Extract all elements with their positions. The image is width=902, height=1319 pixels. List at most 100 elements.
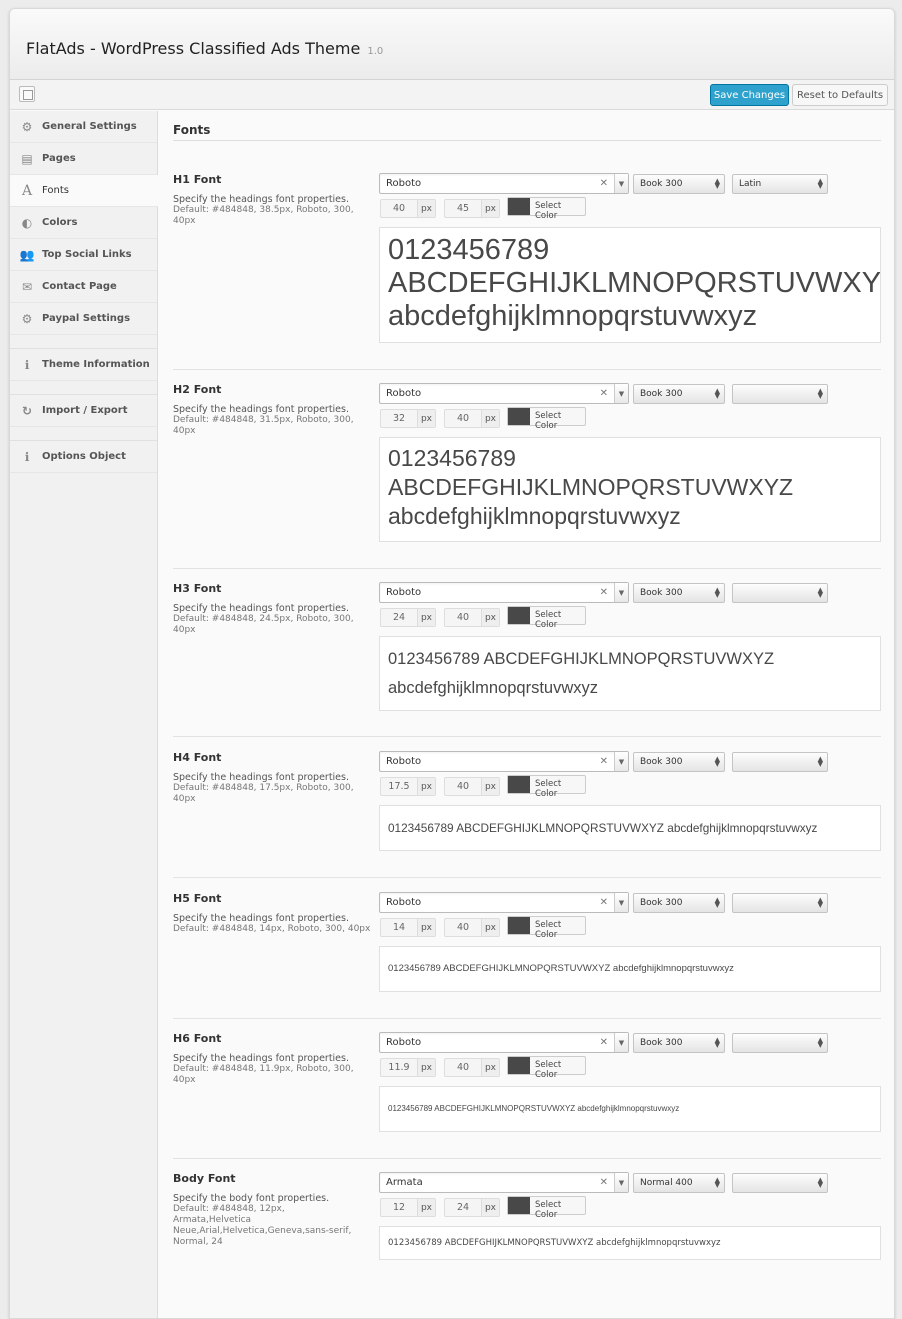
select-color-button[interactable]: Select Color (507, 197, 586, 221)
font-subset-select[interactable]: ▲ ▼ (732, 893, 828, 913)
unit-label: px (481, 919, 499, 936)
clear-icon[interactable]: ✕ (600, 897, 608, 908)
font-family-select[interactable]: Roboto ✕ ▼ (379, 892, 629, 913)
font-icon: A (21, 182, 33, 199)
font-family-select[interactable]: Roboto ✕ ▼ (379, 582, 629, 603)
chevron-down-icon[interactable]: ▼ (614, 893, 628, 912)
sidebar-item-label: Options Object (42, 451, 126, 462)
expand-sidebar-icon[interactable] (19, 86, 35, 102)
line-height-value: 45 (456, 203, 470, 214)
select-color-button[interactable]: Select Color (507, 606, 586, 630)
clear-icon[interactable]: ✕ (600, 756, 608, 767)
select-color-button[interactable]: Select Color (507, 1056, 586, 1080)
option-label: H6 Font Specify the headings font proper… (173, 1032, 378, 1086)
option-label: H3 Font Specify the headings font proper… (173, 582, 378, 636)
sidebar-divider (10, 427, 157, 441)
option-name: Body Font (173, 1172, 236, 1185)
font-subset-select[interactable]: ▲ ▼ (732, 583, 828, 603)
font-weight-select[interactable]: Book 300 ▲ ▼ (633, 752, 725, 772)
line-height-input[interactable]: 40 px (444, 918, 500, 937)
font-weight-select[interactable]: Normal 400 ▲ ▼ (633, 1173, 725, 1193)
font-weight-select[interactable]: Book 300 ▲ ▼ (633, 1033, 725, 1053)
font-subset-select[interactable]: ▲ ▼ (732, 752, 828, 772)
font-subset-select[interactable]: ▲ ▼ (732, 1033, 828, 1053)
line-height-input[interactable]: 40 px (444, 409, 500, 428)
select-color-button[interactable]: Select Color (507, 407, 586, 431)
font-subset-value: Latin (739, 179, 762, 189)
sidebar-item-contact-page[interactable]: ✉ Contact Page (10, 271, 157, 303)
font-subset-select[interactable]: ▲ ▼ (732, 384, 828, 404)
font-preview: 0123456789 ABCDEFGHIJKLMNOPQRSTUVWXYZ ab… (379, 636, 881, 711)
gears-icon: ⚙ (21, 119, 33, 134)
font-option-h5: H5 Font Specify the headings font proper… (173, 892, 881, 1019)
clear-icon[interactable]: ✕ (600, 587, 608, 598)
select-color-button[interactable]: Select Color (507, 916, 586, 940)
clear-icon[interactable]: ✕ (600, 1177, 608, 1188)
sidebar-item-colors[interactable]: ◐ Colors (10, 207, 157, 239)
unit-label: px (417, 1059, 435, 1076)
sidebar-item-import-export[interactable]: ↻ Import / Export (10, 395, 157, 427)
font-subset-select[interactable]: ▲ ▼ (732, 1173, 828, 1193)
font-size-input[interactable]: 12 px (380, 1198, 436, 1217)
font-family-select[interactable]: Roboto ✕ ▼ (379, 1032, 629, 1053)
font-size-input[interactable]: 17.5 px (380, 777, 436, 796)
font-weight-select[interactable]: Book 300 ▲ ▼ (633, 384, 725, 404)
option-name: H6 Font (173, 1032, 222, 1045)
sidebar-item-theme-information[interactable]: ℹ Theme Information (10, 349, 157, 381)
select-color-button[interactable]: Select Color (507, 1196, 586, 1220)
font-weight-select[interactable]: Book 300 ▲ ▼ (633, 893, 725, 913)
save-button[interactable]: Save Changes (710, 84, 789, 106)
font-size-input[interactable]: 40 px (380, 199, 436, 218)
line-height-input[interactable]: 40 px (444, 1058, 500, 1077)
unit-label: px (481, 778, 499, 795)
font-size-input[interactable]: 32 px (380, 409, 436, 428)
option-label: H1 Font Specify the headings font proper… (173, 173, 378, 227)
chevron-down-icon[interactable]: ▼ (614, 174, 628, 193)
font-family-select[interactable]: Armata ✕ ▼ (379, 1172, 629, 1193)
font-size-input[interactable]: 24 px (380, 608, 436, 627)
clear-icon[interactable]: ✕ (600, 178, 608, 189)
users-icon: 👥 (19, 247, 35, 262)
chevron-down-icon[interactable]: ▼ (614, 752, 628, 771)
chevron-down-icon[interactable]: ▼ (614, 1173, 628, 1192)
sidebar-item-label: Theme Information (42, 359, 150, 370)
color-swatch (508, 1057, 530, 1074)
sidebar-item-general-settings[interactable]: ⚙ General Settings (10, 111, 157, 143)
font-family-select[interactable]: Roboto ✕ ▼ (379, 383, 629, 404)
option-description: Specify the headings font properties. (173, 1053, 349, 1064)
font-weight-value: Book 300 (640, 898, 683, 908)
chevron-down-icon[interactable]: ▼ (614, 384, 628, 403)
updown-arrows-icon: ▲ ▼ (817, 896, 823, 909)
line-height-input[interactable]: 24 px (444, 1198, 500, 1217)
theme-title: FlatAds - WordPress Classified Ads Theme (26, 39, 361, 58)
font-family-select[interactable]: Roboto ✕ ▼ (379, 751, 629, 772)
line-height-input[interactable]: 45 px (444, 199, 500, 218)
line-height-input[interactable]: 40 px (444, 608, 500, 627)
reset-button[interactable]: Reset to Defaults (792, 84, 888, 106)
sidebar-item-options-object[interactable]: ℹ Options Object (10, 441, 157, 473)
option-default: Default: #484848, 31.5px, Roboto, 300, 4… (173, 415, 354, 436)
font-family-value: Roboto (386, 897, 422, 908)
font-subset-select[interactable]: Latin ▲ ▼ (732, 174, 828, 194)
select-color-button[interactable]: Select Color (507, 775, 586, 799)
clear-icon[interactable]: ✕ (600, 388, 608, 399)
chevron-down-icon[interactable]: ▼ (614, 1033, 628, 1052)
unit-label: px (481, 200, 499, 217)
sidebar-item-top-social-links[interactable]: 👥 Top Social Links (10, 239, 157, 271)
clear-icon[interactable]: ✕ (600, 1037, 608, 1048)
font-size-input[interactable]: 14 px (380, 918, 436, 937)
line-height-input[interactable]: 40 px (444, 777, 500, 796)
font-weight-select[interactable]: Book 300 ▲ ▼ (633, 174, 725, 194)
font-family-select[interactable]: Roboto ✕ ▼ (379, 173, 629, 194)
font-weight-select[interactable]: Book 300 ▲ ▼ (633, 583, 725, 603)
sidebar-item-pages[interactable]: ▤ Pages (10, 143, 157, 175)
select-color-label: Select Color (535, 920, 562, 940)
option-description: Specify the headings font properties. (173, 603, 349, 614)
chevron-down-icon[interactable]: ▼ (614, 583, 628, 602)
sidebar-item-fonts[interactable]: A Fonts (10, 175, 158, 207)
font-size-input[interactable]: 11.9 px (380, 1058, 436, 1077)
updown-arrows-icon: ▲ ▼ (714, 586, 720, 599)
font-option-body: Body Font Specify the body font properti… (173, 1172, 881, 1292)
sidebar-item-paypal-settings[interactable]: ⚙ Paypal Settings (10, 303, 157, 335)
unit-label: px (481, 1199, 499, 1216)
